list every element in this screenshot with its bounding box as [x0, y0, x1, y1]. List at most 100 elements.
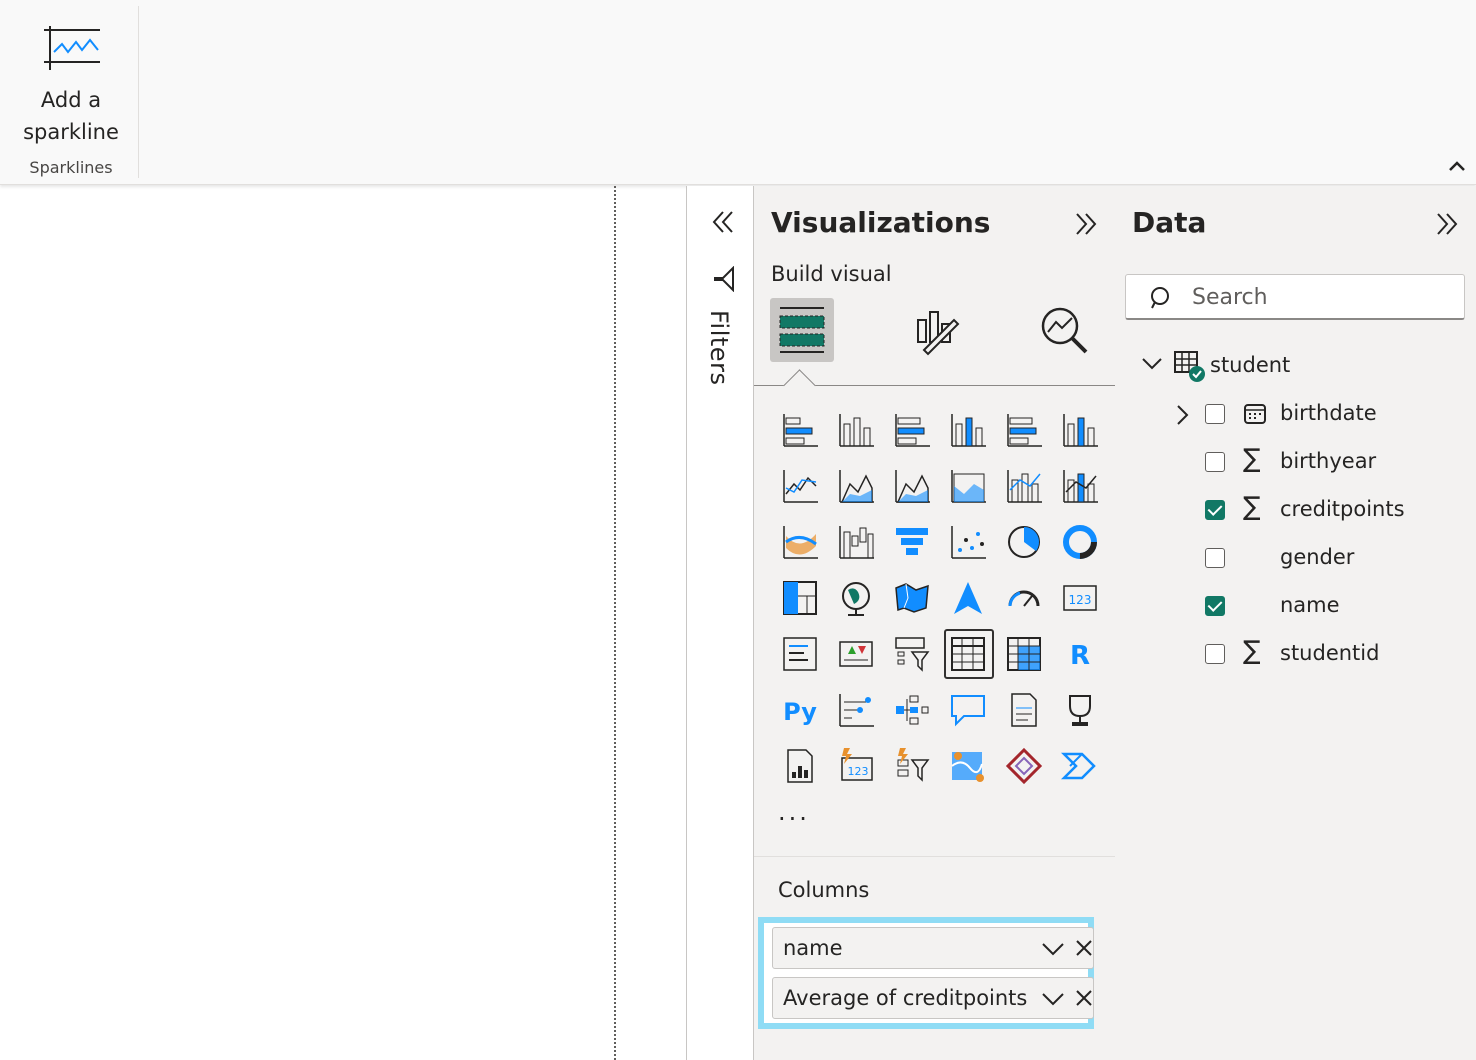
arcgis-map-icon[interactable] [940, 738, 996, 794]
analytics-icon [1041, 307, 1088, 354]
data-search-box[interactable] [1125, 274, 1465, 320]
collapse-visualizations-icon[interactable] [1072, 210, 1100, 238]
area-chart-icon[interactable] [828, 458, 884, 514]
svg-text:R: R [1070, 641, 1090, 671]
stacked-column-chart-icon[interactable] [828, 402, 884, 458]
sigma-icon: ∑ [1243, 444, 1261, 474]
search-input[interactable] [1190, 281, 1454, 313]
ribbon: Add a sparkline Sparklines [0, 0, 1476, 185]
table-name: student [1210, 353, 1291, 377]
expand-filters-icon[interactable] [709, 208, 737, 236]
field-row-name[interactable]: name [1115, 584, 1476, 628]
power-automate-card-icon[interactable]: 123 [828, 738, 884, 794]
qa-icon[interactable] [940, 682, 996, 738]
100-stacked-bar-chart-icon[interactable] [996, 402, 1052, 458]
azure-map-icon[interactable] [940, 570, 996, 626]
multi-row-card-icon[interactable] [772, 626, 828, 682]
field-label: birthyear [1280, 449, 1377, 473]
data-title: Data [1132, 206, 1207, 239]
visualizations-pane: Visualizations Build visual 123 R Py 123 ..… [753, 186, 1116, 1060]
waterfall-chart-icon[interactable] [828, 514, 884, 570]
column-pill-label: name [783, 936, 843, 960]
ribbon-chart-icon[interactable] [772, 514, 828, 570]
r-script-visual-icon[interactable]: R [1052, 626, 1108, 682]
decomposition-tree-icon[interactable] [884, 682, 940, 738]
field-row-creditpoints[interactable]: ∑ creditpoints [1115, 488, 1476, 532]
svg-text:123: 123 [1069, 593, 1092, 607]
search-icon [1151, 287, 1169, 309]
visual-gallery: 123 R Py 123 [772, 402, 1108, 794]
sigma-icon: ∑ [1243, 492, 1261, 522]
table-row-student[interactable]: student [1115, 344, 1476, 388]
field-row-studentid[interactable]: ∑ studentid [1115, 632, 1476, 676]
collapse-data-icon[interactable] [1433, 210, 1461, 238]
field-checkbox[interactable] [1205, 644, 1225, 664]
donut-chart-icon[interactable] [1052, 514, 1108, 570]
chevron-down-icon[interactable] [1041, 938, 1065, 958]
power-apps-icon[interactable] [996, 738, 1052, 794]
table-icon[interactable] [940, 626, 996, 682]
line-and-stacked-column-chart-icon[interactable] [996, 458, 1052, 514]
power-automate-slicer-icon[interactable] [884, 738, 940, 794]
kpi-icon[interactable] [828, 626, 884, 682]
field-checkbox[interactable] [1205, 452, 1225, 472]
filled-map-icon[interactable] [884, 570, 940, 626]
column-pill-average-creditpoints[interactable]: Average of creditpoints [772, 977, 1094, 1019]
power-automate-icon[interactable] [1052, 738, 1108, 794]
matrix-icon[interactable] [996, 626, 1052, 682]
clustered-column-chart-icon[interactable] [940, 402, 996, 458]
field-checkbox[interactable] [1205, 500, 1225, 520]
column-pill-name[interactable]: name [772, 927, 1094, 969]
svg-text:Py: Py [783, 698, 817, 726]
filters-pane[interactable]: Filters [686, 186, 753, 1060]
paginated-report-icon[interactable] [772, 738, 828, 794]
100-stacked-area-chart-icon[interactable] [940, 458, 996, 514]
pie-chart-icon[interactable] [996, 514, 1052, 570]
treemap-icon[interactable] [772, 570, 828, 626]
format-visual-icon [917, 311, 960, 356]
line-and-clustered-column-chart-icon[interactable] [1052, 458, 1108, 514]
field-label: studentid [1280, 641, 1380, 665]
field-row-birthdate[interactable]: birthdate [1115, 392, 1476, 436]
clustered-bar-chart-icon[interactable] [884, 402, 940, 458]
field-checkbox[interactable] [1205, 404, 1225, 424]
python-visual-icon[interactable]: Py [772, 682, 828, 738]
tab-format-visual[interactable] [904, 298, 968, 362]
goals-icon[interactable] [1052, 682, 1108, 738]
field-checkbox[interactable] [1205, 596, 1225, 616]
remove-field-icon[interactable] [1075, 989, 1093, 1007]
field-checkbox[interactable] [1205, 548, 1225, 568]
field-label: gender [1280, 545, 1355, 569]
line-chart-icon[interactable] [772, 458, 828, 514]
scatter-chart-icon[interactable] [940, 514, 996, 570]
columns-well-label: Columns [778, 878, 870, 902]
build-visual-label: Build visual [771, 262, 892, 286]
field-label: name [1280, 593, 1340, 617]
gauge-icon[interactable] [996, 570, 1052, 626]
section-divider [754, 856, 1115, 857]
chevron-down-icon[interactable] [1041, 988, 1065, 1008]
smart-narrative-icon[interactable] [996, 682, 1052, 738]
more-visuals-button[interactable]: ... [778, 798, 810, 826]
collapse-ribbon-icon[interactable] [1446, 156, 1468, 176]
chevron-down-icon[interactable] [1141, 356, 1163, 372]
columns-well[interactable]: name Average of creditpoints [758, 917, 1094, 1029]
report-canvas-edge [614, 186, 616, 1060]
slicer-icon[interactable] [884, 626, 940, 682]
remove-field-icon[interactable] [1075, 939, 1093, 957]
build-visual-icon [779, 307, 825, 353]
100-stacked-column-chart-icon[interactable] [1052, 402, 1108, 458]
sparkline-button-label: Add a sparkline [23, 88, 119, 144]
stacked-area-chart-icon[interactable] [884, 458, 940, 514]
map-icon[interactable] [828, 570, 884, 626]
stacked-bar-chart-icon[interactable] [772, 402, 828, 458]
chevron-right-icon[interactable] [1175, 404, 1189, 426]
add-sparkline-button[interactable]: Add a sparkline [4, 4, 138, 154]
field-row-birthyear[interactable]: ∑ birthyear [1115, 440, 1476, 484]
tab-analytics[interactable] [1032, 298, 1096, 362]
tab-build-visual[interactable] [770, 298, 834, 362]
card-icon[interactable]: 123 [1052, 570, 1108, 626]
key-influencers-icon[interactable] [828, 682, 884, 738]
field-row-gender[interactable]: gender [1115, 536, 1476, 580]
funnel-chart-icon[interactable] [884, 514, 940, 570]
